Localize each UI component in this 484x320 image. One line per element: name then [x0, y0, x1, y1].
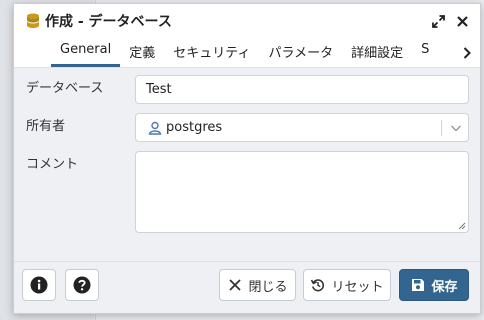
resize-grip-icon[interactable]	[458, 222, 466, 230]
owner-label: 所有者	[26, 119, 66, 134]
help-icon	[73, 276, 91, 294]
dialog-footer: 閉じる リセット 保存	[14, 261, 480, 313]
comment-textarea[interactable]	[135, 151, 469, 233]
help-button[interactable]	[65, 269, 99, 301]
info-button[interactable]	[22, 269, 56, 301]
database-icon	[27, 13, 39, 28]
dialog-title: 作成 - データベース	[45, 14, 172, 30]
tab-security[interactable]: セキュリティ	[164, 42, 259, 67]
tab-general[interactable]: General	[51, 42, 121, 67]
info-icon	[30, 276, 48, 294]
expand-icon	[431, 14, 445, 28]
tab-definition[interactable]: 定義	[120, 42, 164, 67]
reset-button-label: リセット	[331, 279, 384, 295]
close-button-label: 閉じる	[248, 279, 288, 295]
close-icon	[456, 15, 468, 27]
maximize-button[interactable]	[428, 11, 448, 31]
chevron-right-icon	[463, 47, 471, 59]
owner-value: postgres	[166, 120, 223, 135]
close-dialog-button[interactable]	[452, 11, 472, 31]
tab-parameters[interactable]: パラメータ	[259, 42, 342, 67]
tab-advanced[interactable]: 詳細設定	[342, 42, 412, 67]
close-icon	[229, 279, 242, 291]
database-name-input[interactable]: Test	[135, 75, 469, 104]
comment-label: コメント	[26, 157, 79, 172]
save-button-label: 保存	[431, 279, 458, 295]
tab-list: General 定義 セキュリティ パラメータ 詳細設定 S	[51, 42, 438, 67]
tab-bar: General 定義 セキュリティ パラメータ 詳細設定 S	[14, 38, 480, 68]
tab-sql[interactable]: S	[412, 42, 438, 67]
create-database-dialog: 作成 - データベース General 定義 セキュリティ パラメータ 詳細設定…	[13, 3, 481, 314]
select-divider	[441, 120, 442, 136]
close-button[interactable]: 閉じる	[219, 269, 296, 301]
save-icon	[412, 279, 425, 291]
dialog-body: データベース Test 所有者 postgres コメント	[14, 68, 480, 261]
dialog-titlebar[interactable]: 作成 - データベース	[14, 4, 480, 38]
reset-icon	[311, 279, 325, 292]
reset-button[interactable]: リセット	[303, 269, 391, 301]
database-label: データベース	[26, 81, 104, 96]
save-button[interactable]: 保存	[399, 269, 469, 301]
tab-scroll-right-button[interactable]	[458, 42, 476, 64]
user-icon	[148, 121, 162, 135]
owner-select[interactable]: postgres	[135, 113, 469, 142]
chevron-down-icon[interactable]	[450, 122, 462, 134]
database-name-value: Test	[146, 82, 172, 97]
